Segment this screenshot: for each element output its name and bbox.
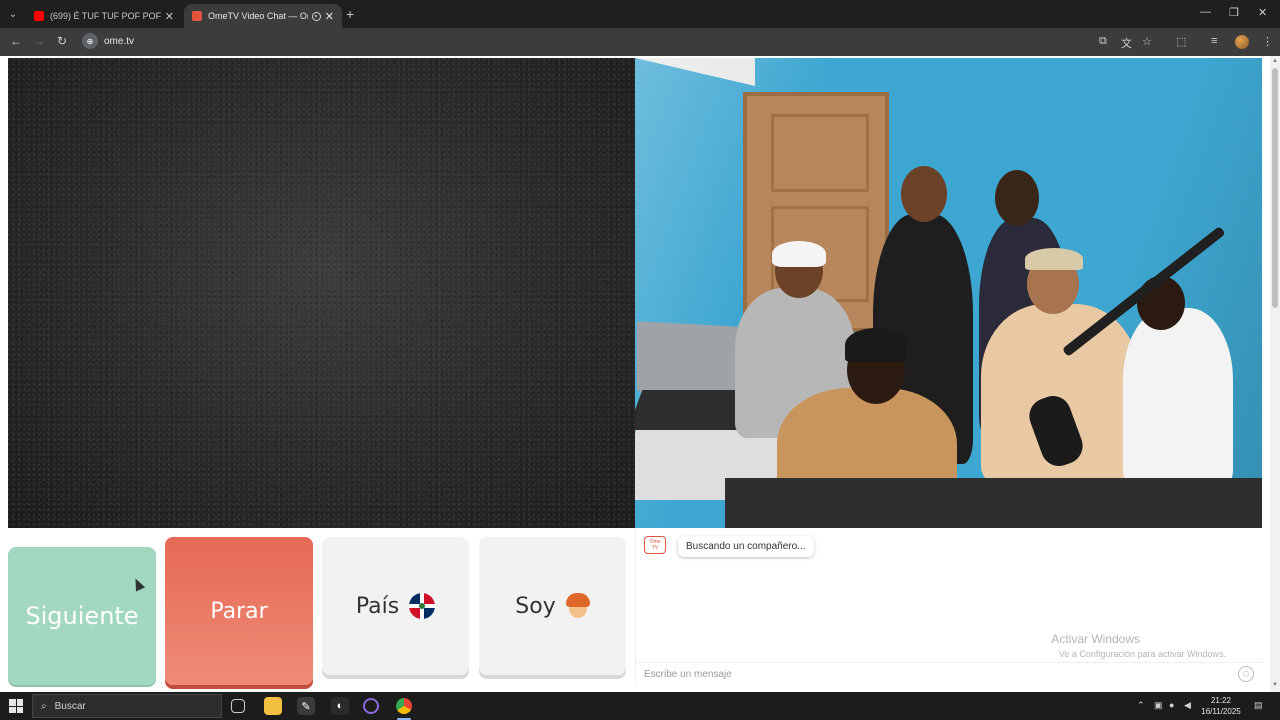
bookmark-star-icon[interactable]: ☆ [1142,35,1152,48]
search-icon: ⌕ [41,700,47,712]
tray-chevron-icon[interactable]: ⌃ [1137,700,1145,711]
windows-activation-subtitle: Ve a Configuración para activar Windows. [1058,649,1226,659]
page-scrollbar[interactable]: ▲ ▼ [1270,56,1280,692]
video-static-noise [8,58,635,528]
forward-icon[interactable]: → [33,34,45,48]
url-text[interactable]: ome.tv [104,36,134,47]
windows-activation-title: Activar Windows [1051,632,1140,646]
install-app-icon[interactable]: ⧉ [1099,35,1107,48]
headphones-cap [772,241,826,267]
cap [1025,248,1083,270]
omnibox[interactable]: ⊕ ome.tv [82,33,134,49]
gender-button-label: Soy [515,593,556,619]
country-button[interactable]: País [322,537,469,675]
emoji-icon[interactable]: ☺ [1238,666,1254,682]
person-head [995,170,1039,226]
volume-icon[interactable]: ◀ [1184,700,1191,711]
boy-avatar-icon [565,593,590,619]
status-message: Buscando un compañero... [678,536,814,557]
notifications-icon[interactable]: ▤ [1254,700,1263,711]
file-explorer-icon[interactable] [264,697,282,715]
tab-youtube[interactable]: (699) É TUF TUF POF POF VAPO ✕ [26,4,182,28]
tab-search-chevron-icon[interactable]: ⌄ [4,5,22,23]
close-tab-icon[interactable]: ✕ [325,10,334,23]
monitor-edge [725,478,1262,528]
chat-panel: Ome TV Buscando un compañero... Activar … [635,528,1263,686]
tab-ometv[interactable]: OmeTV Video Chat — Ome ✕ [184,4,342,28]
browser-tab-strip: ⌄ (699) É TUF TUF POF POF VAPO ✕ OmeTV V… [0,0,1280,28]
taskbar-search[interactable]: ⌕ Buscar [32,694,222,718]
windows-start-icon[interactable] [9,699,23,713]
youtube-icon [34,11,44,21]
scroll-up-icon[interactable]: ▲ [1271,58,1279,64]
translate-icon[interactable]: 文 [1121,35,1132,51]
system-clock[interactable]: 21:22 16/11/2025 [1199,695,1243,717]
app-icon[interactable]: ◐ [331,697,349,715]
next-button-label: Siguiente [25,602,139,630]
gender-button[interactable]: Soy [479,537,626,675]
obs-icon[interactable] [363,698,379,714]
close-tab-icon[interactable]: ✕ [165,10,174,23]
task-view-icon[interactable] [231,699,245,713]
reload-icon[interactable]: ↻ [57,34,67,48]
local-video-feed [8,58,635,528]
scroll-down-icon[interactable]: ▼ [1271,682,1279,688]
profile-avatar[interactable] [1235,35,1249,49]
country-button-label: País [355,593,400,619]
person-silhouette [1123,308,1233,488]
network-icon[interactable]: ▣ [1154,700,1163,711]
message-input[interactable] [636,662,1263,686]
laptop [637,321,741,397]
person-head [901,166,947,222]
site-info-icon[interactable]: ⊕ [82,33,98,49]
recording-icon [311,11,321,21]
more-menu-icon[interactable]: ⋮ [1262,35,1273,48]
chrome-icon[interactable] [396,698,412,714]
minimize-icon[interactable]: — [1200,6,1211,18]
scroll-thumb[interactable] [1272,68,1278,308]
taskbar-search-placeholder: Buscar [54,700,86,712]
microphone-icon[interactable]: ● [1169,700,1174,710]
back-icon[interactable]: ← [10,34,22,48]
close-window-icon[interactable]: ✕ [1258,6,1267,19]
dominican-republic-flag-icon [409,593,436,619]
next-button[interactable]: Siguiente [8,547,156,685]
stop-button-label: Parar [210,598,268,624]
ometv-logo-icon: Ome TV [644,536,666,554]
windows-taskbar: ⌕ Buscar ✎ ◐ ⌃ ▣ ● ◀ 21:22 16/11/2025 ▤ [0,692,1280,720]
stop-button[interactable]: Parar [165,537,313,685]
reading-list-icon[interactable]: ≡ [1211,35,1217,47]
ometv-page: Siguiente Parar País Soy Ome TV Buscando… [0,56,1270,692]
beanie [845,328,907,362]
tab-title: OmeTV Video Chat — Ome [208,11,308,21]
remote-video-feed [635,58,1262,528]
clock-time: 21:22 [1210,696,1232,705]
clock-date: 16/11/2025 [1201,707,1241,716]
ometv-icon [192,11,202,21]
extensions-icon[interactable]: ⬚ [1176,35,1186,48]
address-bar: ← → ↻ ⊕ ome.tv ⧉ 文 ☆ ⬚ ≡ ⋮ [0,28,1280,56]
app-icon[interactable]: ✎ [297,697,315,715]
tab-title: (699) É TUF TUF POF POF VAPO [50,11,161,21]
new-tab-icon[interactable]: + [346,6,354,22]
restore-icon[interactable]: ❐ [1229,6,1239,19]
